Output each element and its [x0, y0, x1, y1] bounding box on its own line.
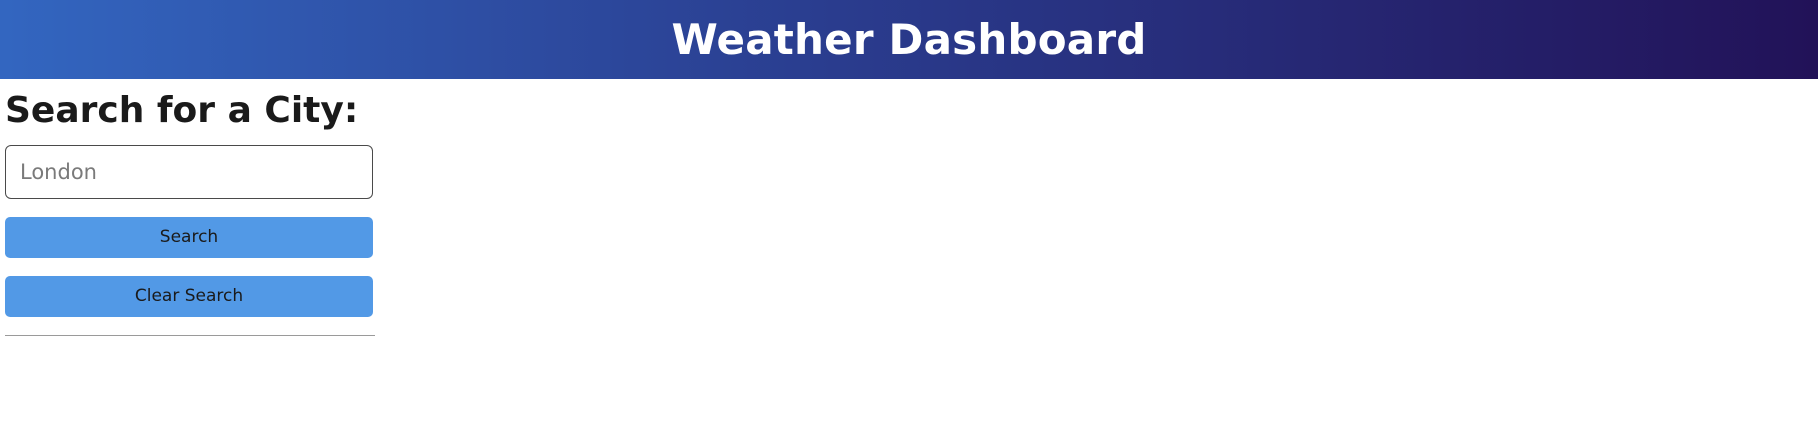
app-header: Weather Dashboard [0, 0, 1818, 79]
search-divider [5, 334, 375, 336]
search-heading: Search for a City: [5, 90, 359, 131]
page-title: Weather Dashboard [671, 15, 1147, 64]
clear-search-button[interactable]: Clear Search [5, 275, 373, 317]
search-button[interactable]: Search [5, 216, 373, 258]
city-search-input[interactable] [5, 144, 373, 199]
search-panel: Search for a City: Search Clear Search [5, 79, 375, 336]
